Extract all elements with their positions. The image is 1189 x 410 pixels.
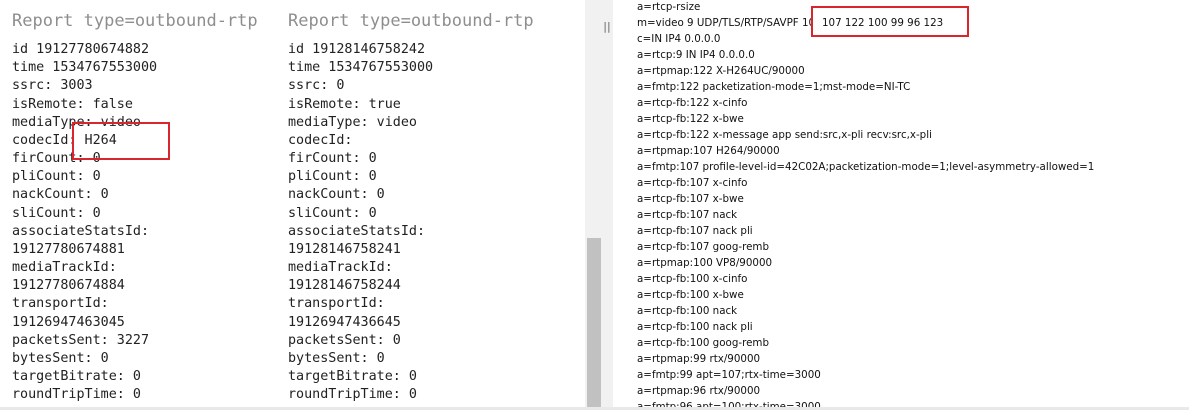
report-field-line: packetsSent: 0 — [288, 332, 401, 348]
sdp-line: a=rtcp-fb:107 nack — [637, 209, 738, 222]
report-field-line: transportId: — [288, 296, 385, 312]
report-field-line: sliCount: 0 — [12, 205, 101, 221]
report-field-line: isRemote: true — [288, 96, 401, 112]
report-field-line: bytesSent: 0 — [288, 350, 385, 366]
report-heading: Report type=outbound-rtp — [288, 11, 534, 31]
scrollbar-thumb[interactable] — [587, 238, 601, 407]
report-field-line: codecId: — [288, 132, 353, 148]
sdp-line: a=rtcp-fb:107 goog-remb — [637, 241, 769, 254]
splitter-grip-icon[interactable]: || — [603, 20, 611, 34]
report-field-line: nackCount: 0 — [288, 187, 385, 203]
sdp-lines: a=rtcp-rsize m=video 9 UDP/TLS/RTP/SAVPF … — [637, 0, 1094, 407]
pane-splitter[interactable] — [601, 0, 613, 407]
sdp-line: a=rtcp-fb:107 x-bwe — [637, 193, 744, 206]
report-field-line: id 19127780674882 — [12, 42, 150, 57]
sdp-line: a=rtcp-fb:100 goog-remb — [637, 337, 769, 350]
report-field-line: mediaTrackId: — [288, 260, 393, 276]
highlight-box-codec — [72, 122, 170, 160]
sdp-line: a=rtcp:9 IN IP4 0.0.0.0 — [637, 49, 755, 62]
sdp-line: a=rtpmap:99 rtx/90000 — [637, 353, 761, 366]
report-column-1: Report type=outbound-rtp id 1912778067488… — [12, 8, 258, 404]
sdp-line: a=rtcp-fb:122 x-cinfo — [637, 97, 748, 110]
report-field-line: packetsSent: 3227 — [12, 332, 150, 348]
report-field-line: mediaTrackId: — [12, 260, 117, 276]
sdp-line: a=fmtp:96 apt=100;rtx-time=3000 — [637, 399, 1094, 407]
report-field-line: associateStatsId: — [288, 223, 426, 239]
report-field-line: ssrc: 0 — [288, 78, 345, 94]
highlight-box-payload-types: 107 122 100 99 96 123 — [811, 6, 969, 37]
report-field-line: nackCount: 0 — [12, 187, 109, 203]
sdp-line: a=fmtp:122 packetization-mode=1;mst-mode… — [637, 81, 911, 94]
report-field-line: id 19128146758242 — [288, 42, 426, 57]
stats-report-pane: Report type=outbound-rtp id 1912778067488… — [0, 0, 585, 407]
report-column-2: Report type=outbound-rtp id 1912814675824… — [288, 8, 534, 404]
report-field-line: 19126947436645 — [288, 314, 401, 330]
report-field-line: pliCount: 0 — [12, 169, 101, 185]
report-field-line: targetBitrate: 0 — [288, 369, 417, 385]
report-field-line: 19128146758241 — [288, 241, 401, 257]
sdp-line: a=rtcp-fb:100 nack pli — [637, 321, 753, 334]
sdp-line: a=rtcp-fb:107 nack pli — [637, 225, 753, 238]
report-field-line: time 1534767553000 — [12, 60, 158, 76]
report-field-line: targetBitrate: 0 — [12, 369, 141, 385]
sdp-line: a=rtcp-fb:122 x-message app send:src,x-p… — [637, 129, 932, 142]
report-field-line: firCount: 0 — [288, 151, 377, 167]
sdp-line: a=fmtp:107 profile-level-id=42C02A;packe… — [637, 161, 1095, 174]
payload-types-text: 107 122 100 99 96 123 — [822, 17, 944, 29]
report-heading: Report type=outbound-rtp — [12, 11, 258, 31]
sdp-line: a=rtcp-fb:100 x-cinfo — [637, 273, 748, 286]
report-field-line: 19127780674884 — [12, 278, 125, 294]
report-field-line: 19128146758244 — [288, 278, 401, 294]
report-field-line: isRemote: false — [12, 96, 133, 112]
report-field-line: sliCount: 0 — [288, 205, 377, 221]
report-field-line: ssrc: 3003 — [12, 78, 93, 94]
sdp-line: a=rtcp-fb:100 x-bwe — [637, 289, 744, 302]
report-field-line: 19126947463045 — [12, 314, 125, 330]
report-field-line: roundTripTime: 0 — [288, 387, 417, 403]
report-field-line: associateStatsId: — [12, 223, 150, 239]
sdp-line: a=fmtp:99 apt=107;rtx-time=3000 — [637, 369, 821, 382]
sdp-line: a=rtcp-fb:107 x-cinfo — [637, 177, 748, 190]
sdp-line: a=rtpmap:100 VP8/90000 — [637, 257, 773, 270]
sdp-line: a=rtcp-fb:100 nack — [637, 305, 738, 318]
report-field-line: 19127780674881 — [12, 241, 125, 257]
report-field-line: roundTripTime: 0 — [12, 387, 141, 403]
sdp-line: a=rtpmap:122 X-H264UC/90000 — [637, 65, 805, 78]
report-field-line: transportId: — [12, 296, 109, 312]
sdp-line: a=rtpmap:96 rtx/90000 — [637, 385, 761, 398]
report-field-line: bytesSent: 0 — [12, 350, 109, 366]
sdp-line: a=rtpmap:107 H264/90000 — [637, 145, 780, 158]
report-field-line: pliCount: 0 — [288, 169, 377, 185]
report-field-line: mediaType: video — [288, 114, 417, 130]
report-field-line: time 1534767553000 — [288, 60, 434, 76]
sdp-text-pane: a=rtcp-rsize m=video 9 UDP/TLS/RTP/SAVPF … — [613, 0, 1189, 407]
sdp-line: a=rtcp-fb:122 x-bwe — [637, 113, 744, 126]
